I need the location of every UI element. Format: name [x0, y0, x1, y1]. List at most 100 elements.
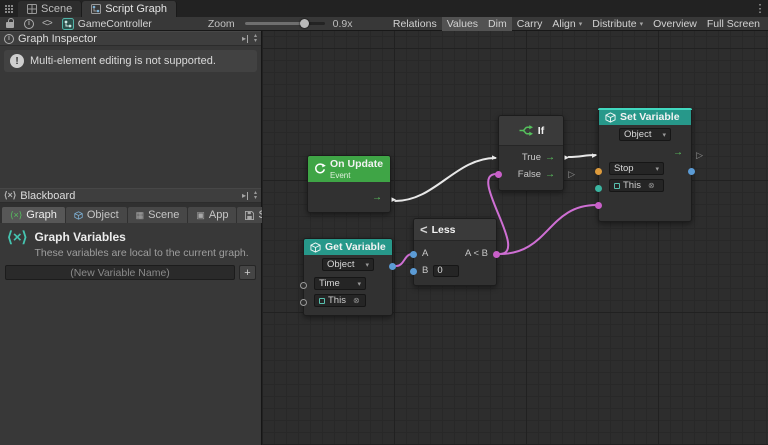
node-header[interactable]: < Less	[414, 219, 496, 241]
graph-inspector-header[interactable]: i Graph Inspector ▸ ▴ ▾	[0, 31, 261, 46]
kebab-glyph: ⋮	[754, 3, 766, 15]
node-header[interactable]: Set Variable	[599, 109, 691, 125]
value-output-port[interactable]	[688, 168, 695, 175]
toolbar-button-fullscreen[interactable]: Full Screen	[702, 17, 765, 31]
node-if[interactable]: If True → False → ▸ ▸ ▷	[492, 115, 575, 191]
flow-input-port[interactable]: ▸	[492, 153, 497, 162]
button-label: Values	[446, 17, 479, 30]
lock-icon[interactable]	[6, 18, 14, 28]
node-get-variable[interactable]: Get Variable Object ▾ Time ▾ This ⊗	[300, 238, 396, 316]
node-title: Set Variable	[620, 111, 680, 123]
panel-scroll-arrows[interactable]: ▴ ▾	[254, 190, 257, 201]
toolbar-button-carry[interactable]: Carry	[512, 17, 548, 31]
variable-kind-dropdown[interactable]: Object ▾	[619, 128, 671, 141]
toolbar-button-dim[interactable]: Dim	[483, 16, 512, 31]
remove-target-icon[interactable]: ⊗	[648, 181, 655, 190]
target-label: This	[623, 180, 641, 191]
value-output-port[interactable]	[389, 263, 396, 270]
inspector-warning-box: ! Multi-element editing is not supported…	[4, 50, 257, 72]
target-this-chip[interactable]: This ⊗	[314, 294, 366, 307]
asset-name: GameController	[77, 17, 152, 30]
button-label: Full Screen	[706, 17, 760, 30]
new-variable-row: +	[0, 263, 261, 282]
node-header[interactable]: Get Variable	[304, 239, 392, 255]
info-icon[interactable]: i	[24, 18, 34, 29]
window-grip-icon[interactable]	[0, 0, 18, 17]
target-input-port[interactable]	[595, 185, 602, 192]
panel-scroll-arrows[interactable]: ▴ ▾	[254, 33, 257, 44]
zoom-slider[interactable]	[244, 19, 325, 28]
wire-less-to-setvariable-value[interactable]	[498, 204, 598, 255]
add-variable-button[interactable]: +	[239, 265, 256, 280]
tab-label: Graph	[26, 209, 57, 221]
tab-label: Scene	[148, 209, 180, 221]
node-on-update[interactable]: On Update Event → ▸	[307, 155, 396, 213]
graph-canvas[interactable]: On Update Event → ▸ Get Variable Object …	[262, 31, 768, 445]
b-value-field[interactable]: 0	[433, 264, 460, 277]
chevron-down-icon: ▾	[578, 20, 583, 28]
remove-target-icon[interactable]: ⊗	[353, 296, 360, 305]
blackboard-tab-app[interactable]: ▣ App	[188, 207, 237, 223]
selection-highlight	[598, 108, 692, 110]
chevron-down-icon: ▾	[639, 20, 644, 28]
toolbar-button-distribute[interactable]: Distribute ▾	[587, 17, 648, 31]
panel-title: Blackboard	[20, 189, 76, 202]
blackboard-header[interactable]: ⟨×⟩ Blackboard ▸ ▴ ▾	[0, 188, 261, 203]
dropdown-value: Stop	[614, 163, 634, 174]
graph-asset-breadcrumb[interactable]: GameController	[61, 17, 152, 30]
true-output-port[interactable]: ▸	[564, 153, 569, 162]
variable-name-dropdown[interactable]: Stop ▾	[609, 162, 664, 175]
toolbar-button-overview[interactable]: Overview	[648, 17, 702, 31]
tab-label: Script Graph	[105, 3, 167, 15]
toolbar-button-values[interactable]: Values	[441, 16, 484, 31]
node-header[interactable]: If	[499, 116, 563, 146]
cube-icon	[605, 111, 616, 123]
false-output-port[interactable]: ▷	[568, 170, 575, 179]
result-output-port[interactable]	[493, 251, 500, 258]
node-less[interactable]: < Less A A < B B 0	[410, 218, 500, 286]
node-header[interactable]: On Update Event	[308, 156, 390, 182]
button-label: Overview	[653, 17, 697, 30]
new-variable-input[interactable]	[5, 265, 235, 280]
false-label: False	[517, 169, 541, 180]
window-menu-icon[interactable]: ⋮	[752, 0, 768, 17]
name-input-port[interactable]	[300, 282, 307, 289]
blackboard-tab-strip: ⟨×⟩Graph Object ▦Scene ▣App Saved	[0, 203, 298, 223]
flow-output-port[interactable]: ▸	[391, 195, 396, 204]
less-than-icon: <	[420, 222, 428, 237]
node-title: On Update	[330, 158, 384, 170]
flow-output-port-external[interactable]: ▷	[696, 151, 703, 160]
script-graph-tab-icon	[91, 4, 102, 14]
wire-onupdate-to-if[interactable]	[394, 157, 497, 202]
button-label: Distribute	[592, 17, 637, 30]
node-set-variable[interactable]: Set Variable Object ▾ → Stop ▾ This ⊗ ▸ …	[592, 108, 703, 222]
toolbar-button-align[interactable]: Align ▾	[547, 17, 587, 31]
variable-kind-dropdown[interactable]: Object ▾	[322, 258, 374, 271]
code-view-icon[interactable]: <>	[42, 18, 53, 29]
b-input-port[interactable]	[410, 268, 417, 275]
pin-panel-icon[interactable]: ▸	[242, 34, 248, 43]
blackboard-tab-object[interactable]: Object	[65, 207, 127, 223]
target-this-chip[interactable]: This ⊗	[609, 179, 664, 192]
grid-dots-icon	[5, 4, 7, 7]
a-input-port[interactable]	[410, 251, 417, 258]
tab-label: Scene	[41, 3, 73, 15]
script-graph-asset-icon	[61, 17, 74, 30]
tab-scene[interactable]: Scene	[18, 1, 83, 17]
value-input-port[interactable]	[595, 202, 602, 209]
pin-panel-icon[interactable]: ▸	[242, 191, 248, 200]
blackboard-tab-scene[interactable]: ▦ Scene	[127, 207, 188, 223]
zoom-slider-handle[interactable]	[299, 19, 309, 28]
info-glyph: i	[8, 35, 10, 42]
graph-variables-icon: ⟨×⟩	[10, 209, 23, 220]
name-input-port[interactable]	[595, 168, 602, 175]
condition-input-port[interactable]	[495, 171, 502, 178]
variable-name-dropdown[interactable]: Time ▾	[314, 277, 366, 290]
dropdown-value: Object	[624, 129, 652, 140]
blackboard-tab-graph[interactable]: ⟨×⟩ Graph	[2, 207, 65, 223]
flow-arrow-icon: →	[372, 191, 382, 203]
flow-input-port[interactable]: ▸	[592, 151, 597, 160]
target-input-port[interactable]	[300, 299, 307, 306]
tab-script-graph[interactable]: Script Graph	[82, 1, 177, 17]
toolbar-button-relations[interactable]: Relations	[388, 17, 442, 31]
